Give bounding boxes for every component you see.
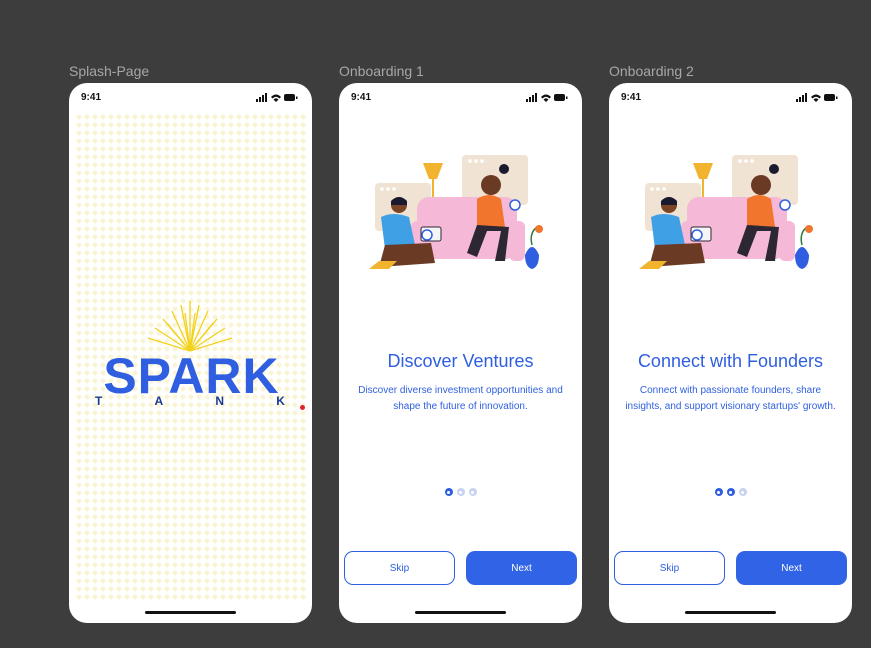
status-icons bbox=[526, 93, 568, 102]
next-button[interactable]: Next bbox=[736, 551, 847, 585]
skip-button[interactable]: Skip bbox=[614, 551, 725, 585]
onboarding-title: Connect with Founders bbox=[637, 351, 824, 371]
next-button[interactable]: Next bbox=[466, 551, 577, 585]
splash-screen: 9:41 SPARK T A N K bbox=[69, 83, 312, 623]
page-dot-active[interactable] bbox=[714, 488, 723, 496]
page-dot[interactable] bbox=[456, 488, 465, 496]
frame-label-onboarding-1: Onboarding 1 bbox=[339, 63, 424, 79]
page-dot[interactable] bbox=[738, 488, 747, 496]
logo-subtitle: T A N K bbox=[95, 394, 285, 408]
frame-label-onboarding-2: Onboarding 2 bbox=[609, 63, 694, 79]
onboarding-description: Discover diverse investment opportunitie… bbox=[358, 385, 563, 412]
logo-letter: A bbox=[154, 394, 164, 408]
logo-letter: K bbox=[276, 394, 285, 408]
onboarding-1-screen: 9:41 Discover Ventures Discover diverse … bbox=[339, 83, 582, 623]
page-indicator bbox=[609, 488, 852, 496]
status-time: 9:41 bbox=[351, 92, 372, 103]
frame-label-splash: Splash-Page bbox=[69, 63, 150, 79]
page-dot-active[interactable] bbox=[726, 488, 735, 496]
status-bar: 9:41 bbox=[609, 83, 852, 111]
onboarding-2-screen: 9:41 Connect with Founders Connect with … bbox=[609, 83, 852, 623]
skip-button[interactable]: Skip bbox=[344, 551, 455, 585]
status-time: 9:41 bbox=[81, 92, 102, 103]
onboarding-description: Connect with passionate founders, share … bbox=[625, 385, 836, 412]
status-bar: 9:41 bbox=[69, 83, 312, 111]
logo-letter: T bbox=[95, 394, 103, 408]
investors-illustration bbox=[639, 155, 813, 269]
page-indicator bbox=[339, 488, 582, 496]
status-time: 9:41 bbox=[621, 92, 642, 103]
page-dot-active[interactable] bbox=[444, 488, 453, 496]
page-dot[interactable] bbox=[468, 488, 477, 496]
onboarding-title: Discover Ventures bbox=[387, 351, 534, 371]
status-icons bbox=[796, 93, 838, 102]
spark-tank-logo: SPARK T A N K bbox=[69, 293, 312, 423]
home-indicator bbox=[685, 611, 776, 614]
investors-illustration bbox=[369, 155, 543, 269]
home-indicator bbox=[415, 611, 506, 614]
logo-letter: N bbox=[215, 394, 225, 408]
status-bar: 9:41 bbox=[339, 83, 582, 111]
red-dot-marker bbox=[300, 405, 305, 410]
home-indicator bbox=[145, 611, 236, 614]
status-icons bbox=[256, 93, 298, 102]
